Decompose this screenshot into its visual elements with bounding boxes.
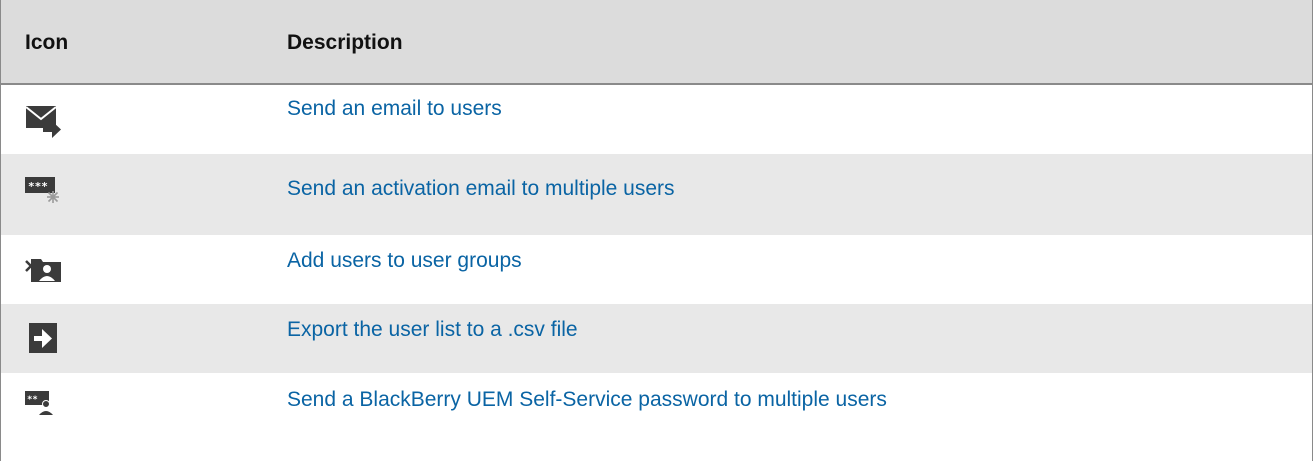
table-row: *** Send an activation email to multiple…	[1, 154, 1312, 235]
table-row: Export the user list to a .csv file	[1, 304, 1312, 373]
send-self-service-password-link[interactable]: Send a BlackBerry UEM Self-Service passw…	[287, 388, 887, 412]
table-row: Add users to user groups	[1, 235, 1312, 304]
add-users-to-groups-link[interactable]: Add users to user groups	[287, 249, 522, 273]
email-send-icon	[25, 104, 65, 138]
send-email-link[interactable]: Send an email to users	[287, 97, 502, 121]
table-row: Send an email to users	[1, 85, 1312, 154]
add-to-group-icon	[25, 255, 65, 285]
send-activation-email-link[interactable]: Send an activation email to multiple use…	[287, 177, 675, 201]
icon-description-table: Icon Description Send an email to users …	[0, 0, 1313, 461]
export-icon	[25, 321, 65, 353]
svg-text:**: **	[27, 395, 38, 405]
header-icon-label: Icon	[25, 31, 69, 54]
svg-text:***: ***	[28, 180, 48, 193]
table-header: Icon Description	[1, 0, 1312, 85]
self-service-password-icon: **	[25, 389, 65, 419]
table-row: ** Send a BlackBerry UEM Self-Service pa…	[1, 373, 1312, 459]
header-description-label: Description	[287, 31, 403, 54]
activation-email-icon: ***	[25, 173, 65, 203]
export-user-list-link[interactable]: Export the user list to a .csv file	[287, 318, 578, 342]
